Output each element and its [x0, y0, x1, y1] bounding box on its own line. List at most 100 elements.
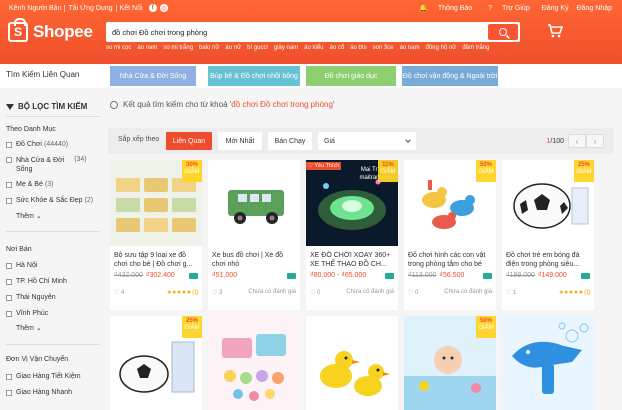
product-name[interactable]: Đồ chơi hình các con vật trong phòng tắm…: [408, 251, 492, 269]
hot-keyword[interactable]: áo nam: [137, 45, 157, 51]
cart-icon[interactable]: [547, 24, 563, 38]
checkbox[interactable]: [6, 279, 12, 285]
help-link[interactable]: ? Trợ Giúp: [480, 5, 538, 12]
product-card[interactable]: 25% GIẢM: [110, 316, 202, 410]
product-name[interactable]: Xe bus đồ chơi | Xe đồ chơi nhỏ: [212, 251, 296, 269]
checkbox[interactable]: [6, 263, 12, 269]
header: Kênh Người Bán Tải Ứng Dụng Kết Nối f ◎ …: [0, 0, 622, 64]
like-count[interactable]: ♡ 4: [114, 289, 124, 296]
product-image[interactable]: 25% GIẢM: [110, 316, 202, 410]
product-image[interactable]: [208, 316, 300, 410]
hot-keyword[interactable]: giày nam: [274, 45, 298, 51]
more-label: Thêm: [16, 213, 34, 220]
category-checkbox[interactable]: Nhà Cửa & Đời Sống (34): [6, 156, 87, 174]
product-image[interactable]: 50% GIẢM: [404, 160, 496, 246]
category-checkbox[interactable]: Sức Khỏe & Sắc Đẹp (2): [6, 197, 93, 204]
product-image[interactable]: [306, 316, 398, 410]
sort-relevance-button[interactable]: Liên Quan: [166, 132, 212, 150]
location-checkbox[interactable]: Vĩnh Phúc: [6, 310, 48, 317]
seller-channel-link[interactable]: Kênh Người Bán: [6, 5, 64, 12]
location-label: Hà Nội: [16, 262, 38, 269]
product-card[interactable]: 25% GIẢM Đồ chơi trẻ em bóng đá điện tron…: [502, 160, 594, 310]
category-count: (2): [84, 197, 94, 204]
more-locations-button[interactable]: Thêm ⌄: [16, 324, 42, 332]
checkbox[interactable]: [6, 295, 12, 301]
like-count[interactable]: ♡ 0: [408, 289, 418, 296]
hot-keyword[interactable]: áo nữ: [225, 45, 241, 51]
location-checkbox[interactable]: Thái Nguyên: [6, 294, 56, 301]
like-count[interactable]: ♡ 1: [506, 289, 516, 296]
login-link[interactable]: Đăng Nhập: [573, 5, 616, 12]
product-card[interactable]: ♡ Yêu Thích Mai Tr Shop maitram8912 11% G…: [306, 160, 398, 310]
divider: [6, 344, 100, 345]
facebook-icon[interactable]: f: [148, 4, 157, 12]
current-price: ₫80.000 - ₫65.000: [310, 272, 367, 279]
discount-badge: 25% GIẢM: [574, 160, 594, 182]
instagram-icon[interactable]: ◎: [159, 4, 168, 12]
related-search-chip[interactable]: Đồ chơi vận động & Ngoài trời: [402, 66, 498, 86]
sort-label: Sắp xếp theo: [118, 136, 160, 143]
shipping-checkbox[interactable]: Giao Hàng Nhanh: [6, 389, 72, 396]
product-name[interactable]: XE ĐỒ CHƠI XOAY 360+ XE THỂ THAO ĐỒ CH..…: [310, 251, 394, 269]
product-card[interactable]: Xe bus đồ chơi | Xe đồ chơi nhỏ ₫51.000 …: [208, 160, 300, 310]
hot-keyword[interactable]: áo kiểu: [304, 45, 323, 51]
download-app-link[interactable]: Tải Ứng Dụng: [65, 5, 115, 12]
hot-keyword[interactable]: áo nam: [400, 45, 420, 51]
product-card[interactable]: [502, 316, 594, 410]
hot-keyword[interactable]: đồng hồ nữ: [426, 45, 457, 51]
prev-page-button[interactable]: ‹: [568, 134, 586, 148]
location-checkbox[interactable]: Hà Nội: [6, 262, 37, 269]
divider: [6, 116, 100, 117]
related-search-chip[interactable]: Nhà Cửa & Đời Sống: [110, 66, 196, 86]
hot-keyword[interactable]: so mi cọc: [106, 45, 131, 51]
sort-newest-button[interactable]: Mới Nhất: [218, 132, 262, 150]
category-checkbox[interactable]: Mẹ & Bé (3): [6, 181, 53, 188]
search-button[interactable]: [488, 24, 518, 40]
product-image[interactable]: 25% GIẢM: [502, 160, 594, 246]
checkbox[interactable]: [6, 390, 12, 396]
related-search-chip[interactable]: Búp bê & Đồ chơi nhồi bông: [208, 66, 300, 86]
product-image[interactable]: 50% GIẢM: [404, 316, 496, 410]
product-card[interactable]: 30% GIẢM Bộ sưu tập 9 loại xe đồ chơi cho…: [110, 160, 202, 310]
next-page-button[interactable]: ›: [586, 134, 604, 148]
price-sort-select[interactable]: Giá: [318, 132, 416, 150]
product-name[interactable]: Bộ sưu tập 9 loại xe đồ chơi cho bé | Đồ…: [114, 251, 198, 269]
category-checkbox[interactable]: Đồ Chơi (44440): [6, 141, 68, 148]
register-link[interactable]: Đăng Ký: [538, 5, 573, 12]
hot-keyword[interactable]: đầm trắng: [462, 45, 489, 51]
location-checkbox[interactable]: TP. Hồ Chí Minh: [6, 278, 67, 285]
shipping-checkbox[interactable]: Giao Hàng Tiết Kiệm: [6, 373, 81, 380]
checkbox[interactable]: [6, 182, 12, 188]
product-card[interactable]: [208, 316, 300, 410]
related-search-chip[interactable]: Đồ chơi giáo dục: [306, 66, 396, 86]
like-count[interactable]: ♡ 0: [310, 289, 320, 296]
hot-keyword[interactable]: bí gucci: [247, 45, 268, 51]
discount-word: GIẢM: [184, 325, 200, 331]
checkbox[interactable]: [6, 374, 12, 380]
notifications-link[interactable]: 🔔 Thông Báo: [411, 4, 480, 13]
sort-bestselling-button[interactable]: Bán Chạy: [268, 132, 312, 150]
hot-keyword[interactable]: so mi trắng: [163, 45, 193, 51]
hot-keyword[interactable]: áo cổ: [330, 45, 345, 51]
product-name[interactable]: Đồ chơi trẻ em bóng đá điện trong phòng …: [506, 251, 590, 269]
checkbox[interactable]: [6, 142, 12, 148]
checkbox[interactable]: [6, 198, 12, 204]
product-card[interactable]: 50% GIẢM Đồ chơi hình các con vật trong p…: [404, 160, 496, 310]
product-card[interactable]: 50% GIẢM: [404, 316, 496, 410]
product-image[interactable]: [502, 316, 594, 410]
shopee-logo[interactable]: S Shopee: [8, 18, 93, 42]
filter-heading: BỘ LỌC TÌM KIẾM: [6, 102, 87, 111]
discount-word: GIẢM: [478, 169, 494, 175]
more-categories-button[interactable]: Thêm ⌄: [16, 212, 42, 220]
search-input[interactable]: [108, 27, 488, 37]
product-image[interactable]: [208, 160, 300, 246]
hot-keyword[interactable]: balo nữ: [199, 45, 219, 51]
hot-keyword[interactable]: áo bts: [350, 45, 366, 51]
checkbox[interactable]: [6, 311, 12, 317]
hot-keyword[interactable]: son 3ce: [373, 45, 394, 51]
checkbox[interactable]: [6, 157, 12, 163]
like-count[interactable]: ♡ 3: [212, 289, 222, 296]
product-image[interactable]: ♡ Yêu Thích Mai Tr Shop maitram8912 11% G…: [306, 160, 398, 246]
product-card[interactable]: [306, 316, 398, 410]
product-image[interactable]: 30% GIẢM: [110, 160, 202, 246]
